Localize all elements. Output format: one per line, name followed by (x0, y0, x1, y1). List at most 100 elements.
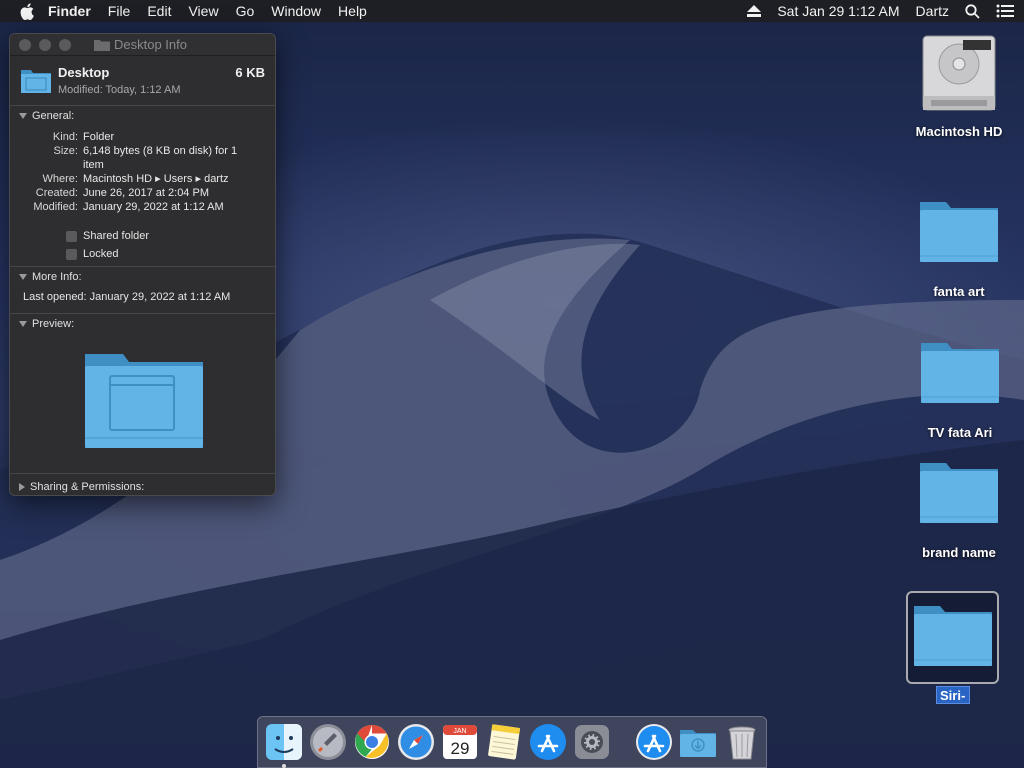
locked-checkbox-row[interactable]: Locked (10, 245, 275, 263)
dock-downloads-folder[interactable] (678, 722, 718, 762)
more-info-toggle[interactable]: More Info: (10, 267, 275, 287)
desktop-icon-label: brand name (922, 545, 996, 560)
calendar-month: JAN (453, 728, 466, 735)
size-value: 6,148 bytes (8 KB on disk) for 1 item (83, 145, 238, 171)
shared-folder-checkbox[interactable] (66, 230, 77, 242)
disclosure-down-icon (19, 274, 27, 280)
more-info-heading: More Info: (32, 271, 82, 283)
disclosure-down-icon (19, 321, 27, 327)
folder-icon (94, 39, 110, 51)
preview-toggle[interactable]: Preview: (10, 314, 275, 334)
running-indicator (282, 764, 286, 768)
hard-drive-icon (922, 35, 996, 111)
desktop-icon-label: fanta art (933, 284, 985, 299)
menu-file[interactable]: File (108, 3, 131, 19)
dock-finder[interactable] (264, 722, 304, 768)
where-label: Where: (42, 173, 78, 185)
folder-icon (914, 606, 992, 666)
shared-folder-checkbox-row[interactable]: Shared folder (10, 227, 275, 245)
rename-field[interactable]: Siri- (936, 686, 970, 704)
notification-center-icon[interactable] (996, 4, 1014, 18)
locked-checkbox[interactable] (66, 248, 77, 260)
dock-notes[interactable] (484, 722, 524, 762)
general-heading: General: (32, 110, 75, 122)
close-button[interactable] (19, 38, 31, 51)
more-info-section: More Info: Last opened: January 29, 2022… (10, 267, 275, 314)
menubar-clock[interactable]: Sat Jan 29 1:12 AM (777, 3, 899, 19)
menu-help[interactable]: Help (338, 3, 367, 19)
disclosure-right-icon (19, 483, 25, 491)
gear-icon (575, 725, 609, 759)
kind-label: Kind: (52, 131, 78, 143)
window-titlebar[interactable]: Desktop Info (10, 34, 275, 56)
menu-edit[interactable]: Edit (147, 3, 171, 19)
downloads-folder-icon (680, 730, 716, 757)
rocket-icon (310, 724, 346, 760)
window-title: Desktop Info (114, 37, 187, 52)
where-value: Macintosh HD ▸ Users ▸ dartz (83, 173, 229, 185)
eject-icon[interactable] (747, 5, 762, 17)
disclosure-down-icon (19, 113, 27, 119)
dock-trash[interactable] (722, 722, 762, 762)
zoom-button[interactable] (59, 38, 71, 51)
dock-app-store[interactable] (528, 722, 568, 762)
preview-heading: Preview: (32, 318, 75, 330)
general-section: General: Kind: Folder Size: 6,148 bytes (8… (10, 106, 275, 267)
dock-chrome[interactable] (352, 722, 392, 762)
calendar-icon: JAN 29 (443, 725, 477, 759)
calendar-day: 29 (451, 739, 470, 758)
chrome-icon (355, 725, 389, 759)
menu-window[interactable]: Window (271, 3, 321, 19)
item-name: Desktop (58, 65, 110, 80)
kind-value: Folder (83, 131, 115, 143)
desktop-icon-fanta-art[interactable]: fanta art (904, 200, 1014, 299)
created-value: June 26, 2017 at 2:04 PM (83, 187, 209, 199)
trash-icon (728, 726, 756, 760)
desktop-icon-macintosh-hd[interactable]: Macintosh HD (904, 34, 1014, 139)
modified-value: January 29, 2022 at 1:12 AM (83, 201, 224, 213)
menu-view[interactable]: View (188, 3, 218, 19)
info-header: Desktop Modified: Today, 1:12 AM 6 KB (10, 56, 275, 106)
folder-preview-icon (85, 354, 203, 448)
desktop-icon-label: TV fata Ari (927, 425, 993, 440)
dock-launchpad[interactable] (308, 722, 348, 762)
menubar-user[interactable]: Dartz (916, 3, 949, 19)
sharing-heading: Sharing & Permissions: (30, 481, 145, 493)
sharing-permissions-toggle[interactable]: Sharing & Permissions: (10, 477, 275, 495)
locked-label: Locked (83, 248, 119, 260)
minimize-button[interactable] (39, 38, 51, 51)
menu-app-finder[interactable]: Finder (48, 3, 91, 19)
finder-icon (266, 724, 302, 760)
menu-bar: Finder File Edit View Go Window Help Sat… (0, 0, 1024, 22)
dock: JAN 29 (257, 716, 767, 768)
folder-icon (920, 463, 998, 523)
info-window: Desktop Info Desktop Modified: Today, 1:… (9, 33, 276, 496)
size-label: Size: (53, 145, 78, 157)
general-toggle[interactable]: General: (10, 106, 275, 126)
spotlight-search-icon[interactable] (965, 3, 980, 19)
apple-icon[interactable] (20, 2, 36, 20)
desktop-icon-label: Macintosh HD (915, 124, 1003, 139)
dock-app-store-download[interactable] (634, 722, 674, 762)
desktop-icon-tv-fata-ari[interactable]: TV fata Ari (905, 341, 1015, 440)
preview-section: Preview: (10, 314, 275, 474)
dock-calendar[interactable]: JAN 29 (440, 722, 480, 762)
modified-label: Modified: (33, 201, 78, 213)
folder-icon (921, 343, 999, 403)
modified-short: Modified: Today, 1:12 AM (58, 84, 181, 96)
safari-compass-icon (398, 724, 434, 760)
notes-icon (488, 724, 521, 760)
menu-go[interactable]: Go (236, 3, 255, 19)
app-store-icon (636, 724, 672, 760)
app-store-icon (530, 724, 566, 760)
folder-icon (21, 70, 51, 93)
size-badge: 6 KB (235, 65, 265, 80)
dock-system-preferences[interactable] (572, 722, 612, 762)
desktop-icon-siri-folder[interactable] (898, 604, 1008, 668)
created-label: Created: (35, 187, 78, 199)
desktop-icon-brand-name[interactable]: brand name (904, 461, 1014, 560)
folder-icon (920, 202, 998, 262)
last-opened: Last opened: January 29, 2022 at 1:12 AM (23, 291, 231, 303)
shared-folder-label: Shared folder (83, 230, 150, 242)
dock-safari[interactable] (396, 722, 436, 762)
